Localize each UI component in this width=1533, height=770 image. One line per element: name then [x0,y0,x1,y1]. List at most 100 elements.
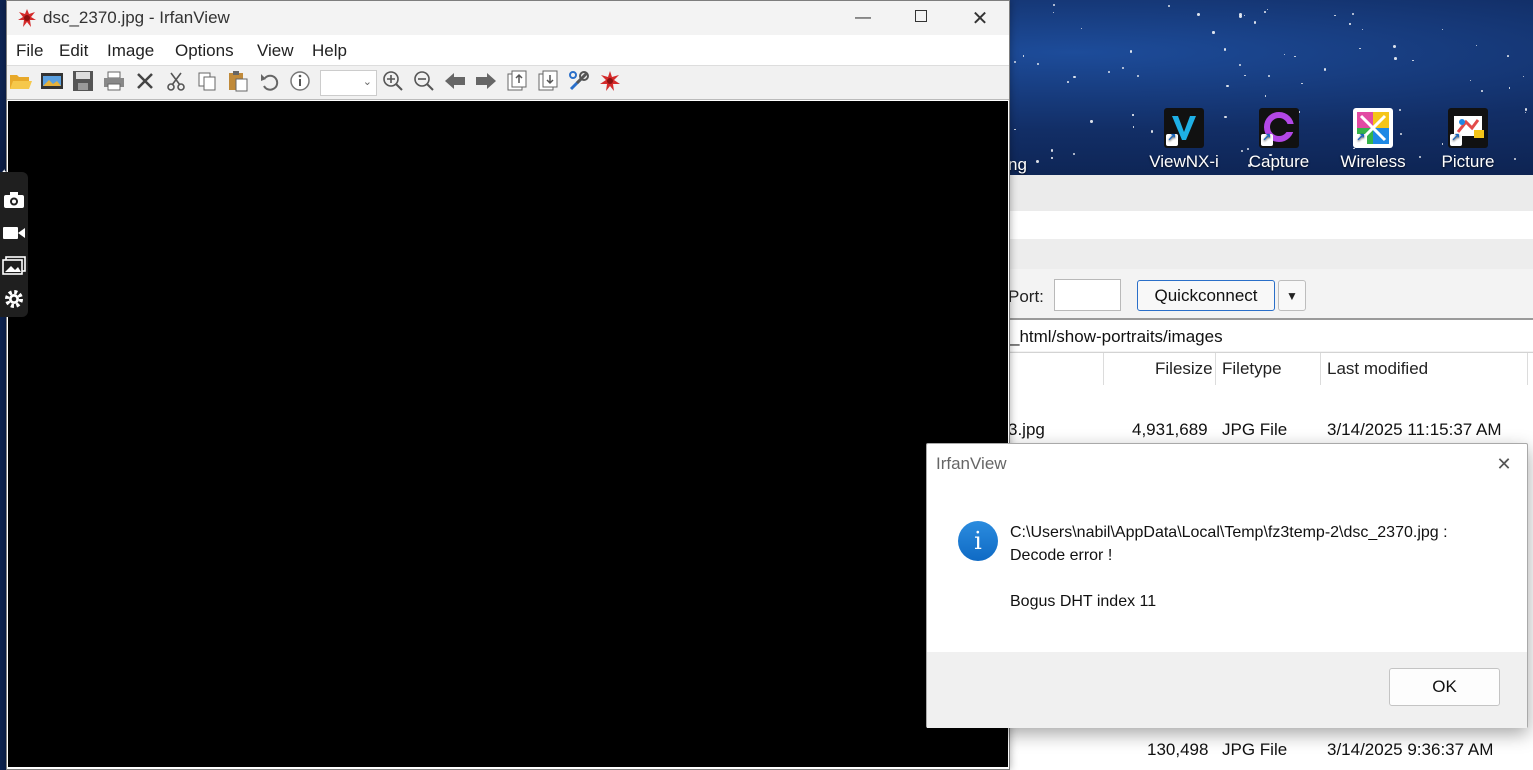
settings-button[interactable] [2,289,26,313]
last-image-button[interactable] [535,70,561,95]
row-modified: 3/14/2025 11:15:37 AM [1327,420,1502,439]
menu-bar: File Edit Image Options View Help [7,35,1009,65]
thumbnails-button[interactable] [39,71,65,95]
star-decoration [1052,3,1055,6]
star-decoration [1351,13,1354,15]
star-decoration [1393,45,1397,49]
irfanview-window: dsc_2370.jpg - IrfanView — ✕ File Edit I… [6,0,1010,770]
column-filetype[interactable]: Filetype [1222,359,1282,379]
dialog-message-error: Decode error ! [1010,547,1113,564]
save-button[interactable] [70,70,96,95]
dialog-footer: OK [927,652,1527,728]
star-decoration [1411,59,1414,62]
desktop-icon-wireless[interactable]: Wireless [1328,108,1418,172]
about-button[interactable] [597,70,623,97]
desktop-icon-label: Wireless [1340,152,1406,171]
star-decoration [1129,50,1133,53]
menu-file[interactable]: File [16,41,43,61]
star-decoration [1265,95,1267,97]
quickconnect-button[interactable]: Quickconnect [1137,280,1275,311]
star-decoration [1090,120,1093,123]
gear-icon [3,288,25,315]
row-filesize: 130,498 [1147,740,1209,759]
close-button[interactable]: ✕ [951,1,1009,35]
first-icon [506,70,528,97]
zoom-in-button[interactable] [380,70,406,95]
title-bar[interactable]: dsc_2370.jpg - IrfanView — ✕ [7,1,1009,35]
desktop-icon-picture[interactable]: Picture [1423,108,1513,172]
chevron-down-icon: ⌄ [362,76,372,88]
irfanview-icon [598,70,622,97]
menu-edit[interactable]: Edit [59,41,88,61]
star-decoration [1136,75,1139,78]
image-canvas[interactable] [8,101,1008,767]
properties-button[interactable] [566,70,592,95]
remote-path-field[interactable]: _html/show-portraits/images [1008,318,1533,351]
column-separator[interactable] [1527,353,1528,386]
maximize-icon [915,9,927,27]
star-decoration [1469,80,1472,82]
star-decoration [1081,27,1083,29]
maximize-button[interactable] [892,1,950,35]
star-decoration [1036,62,1039,65]
previous-image-button[interactable] [442,71,468,95]
menu-view[interactable]: View [257,41,294,61]
info-icon: i [958,521,998,561]
close-icon: ✕ [971,7,989,30]
delete-button[interactable] [132,71,158,95]
star-decoration [1419,155,1422,158]
star-decoration [1301,82,1303,85]
star-decoration [1050,149,1054,152]
image-info-button[interactable] [287,70,313,95]
desktop-icon-viewnx[interactable]: ViewNX-i [1139,108,1229,172]
menu-help[interactable]: Help [312,41,347,61]
column-last-modified[interactable]: Last modified [1327,359,1428,379]
copy-icon [197,71,217,96]
column-filesize[interactable]: Filesize [1155,359,1213,379]
star-decoration [1323,68,1327,71]
ok-button[interactable]: OK [1389,668,1500,706]
column-separator[interactable] [1215,353,1216,386]
paste-button[interactable] [225,70,251,97]
next-image-button[interactable] [473,71,499,95]
print-button[interactable] [101,71,127,95]
desktop-icon-capture[interactable]: Capture [1234,108,1324,172]
cut-icon [166,71,186,96]
cut-button[interactable] [163,71,189,95]
star-decoration [1361,28,1364,31]
column-separator[interactable] [1320,353,1321,386]
star-decoration [1476,44,1478,46]
table-row[interactable]: 130,498 JPG File 3/14/2025 9:36:37 AM [1008,735,1533,765]
quickconnect-dropdown-button[interactable]: ▼ [1278,280,1306,311]
column-separator[interactable] [1103,353,1104,386]
menu-options[interactable]: Options [175,41,234,61]
first-image-button[interactable] [504,70,530,97]
port-input[interactable] [1054,279,1121,311]
dialog-close-button[interactable]: ✕ [1489,449,1519,479]
open-button[interactable] [8,71,34,95]
row-filename: 3.jpg [1008,420,1045,439]
star-decoration [1284,53,1286,55]
minimize-icon: — [855,9,871,26]
zoom-combo[interactable]: ⌄ [320,70,377,96]
paste-icon [227,70,249,97]
fz-message-log [1008,211,1533,239]
desktop-icon-label: Picture [1441,152,1495,171]
minimize-button[interactable]: — [834,1,892,35]
fz-toolbar [1008,175,1533,211]
menu-image[interactable]: Image [107,41,154,61]
star-decoration [1224,115,1227,119]
undo-button[interactable] [256,71,282,95]
irfanview-icon [17,8,37,28]
gallery-button[interactable] [2,255,26,280]
star-decoration [1398,108,1401,111]
camera-icon [3,191,25,214]
toolbar: ⌄ [7,65,1009,100]
zoom-out-button[interactable] [411,70,437,95]
star-decoration [1121,66,1125,70]
screenshot-button[interactable] [2,190,26,214]
table-row[interactable]: 3.jpg 4,931,689 JPG File 3/14/2025 11:15… [1008,415,1533,445]
fz-quickconnect-bar [1008,239,1533,269]
copy-button[interactable] [194,71,220,95]
record-video-button[interactable] [2,223,26,247]
